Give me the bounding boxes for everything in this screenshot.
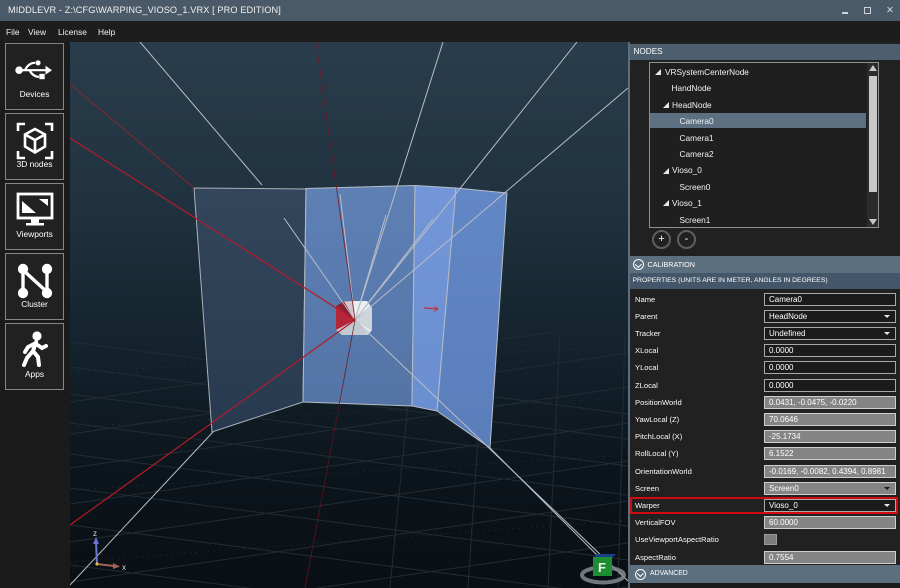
svg-text:F: F — [598, 560, 606, 575]
svg-text:x: x — [122, 563, 126, 572]
svg-text:z: z — [93, 529, 97, 538]
